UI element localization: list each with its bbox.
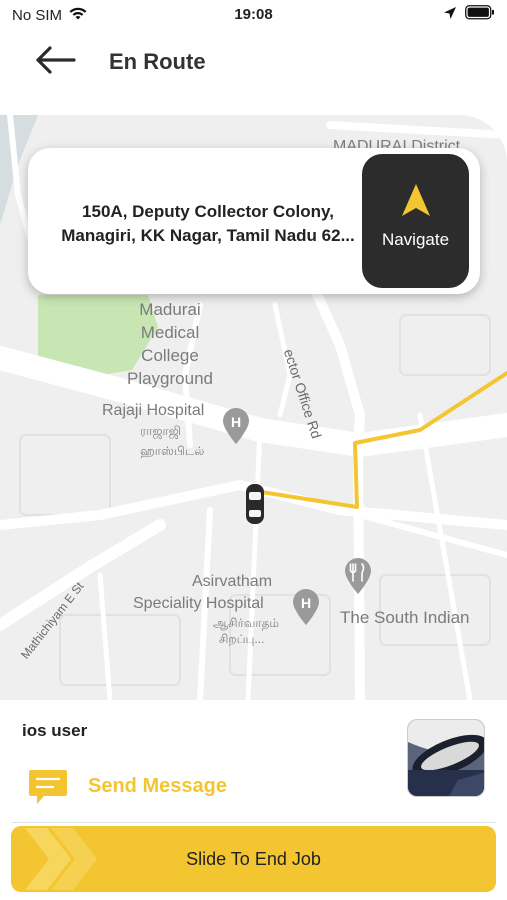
svg-text:H: H <box>231 414 241 430</box>
address-line: Managiri, KK Nagar, Tamil Nadu 62... <box>61 226 355 245</box>
job-panel: ios user Send Message Slide To End Job <box>0 700 507 900</box>
map-label-asirvatham-name: Asirvatham <box>192 573 273 590</box>
map-label-rajaji: Rajaji Hospital ராஜாஜி ஹாஸ்பிடல் <box>102 401 204 461</box>
map-label-asirvatham: Asirvatham Speciality Hospital ஆசிர்வாதம… <box>133 571 279 647</box>
map-label-asirvatham-tamil: ஆசிர்வாதம் <box>213 616 280 630</box>
map-label-asirvatham-name: Speciality Hospital <box>133 595 264 612</box>
slide-to-end-job[interactable]: Slide To End Job <box>11 826 496 892</box>
map-label-playground-line: College <box>141 346 199 365</box>
message-bubble-icon <box>28 766 68 806</box>
send-message-label: Send Message <box>88 774 227 797</box>
divider <box>12 822 496 823</box>
navigation-arrow-icon <box>400 182 432 223</box>
slide-label: Slide To End Job <box>186 849 321 869</box>
map-label-rajaji-tamil: ராஜாஜி <box>140 424 181 438</box>
map-label-rajaji-tamil: ஹாஸ்பிடல் <box>140 444 205 458</box>
navigate-label: Navigate <box>381 230 450 249</box>
map-label-playground-line: Playground <box>126 369 213 388</box>
svg-text:H: H <box>301 595 311 611</box>
map-label-south-indian: The South Indian <box>340 608 470 627</box>
map-label-asirvatham-tamil: சிறப்பு... <box>219 632 265 646</box>
map-label-playground-line: Madurai <box>139 300 201 319</box>
map-label-playground: Madurai Medical College Playground <box>118 298 222 390</box>
destination-address: 150A, Deputy Collector Colony, Managiri,… <box>36 200 380 248</box>
send-message-button[interactable]: Send Message <box>28 766 227 806</box>
address-line: 150A, Deputy Collector Colony, <box>82 202 334 221</box>
location-arrow-icon <box>443 6 457 25</box>
status-right <box>443 5 495 25</box>
customer-name: ios user <box>22 721 88 740</box>
address-card: 150A, Deputy Collector Colony, Managiri,… <box>28 148 480 294</box>
status-time: 19:08 <box>234 6 273 23</box>
map-label-playground-line: Medical <box>140 323 200 342</box>
page-title: En Route <box>109 49 206 74</box>
customer-avatar[interactable] <box>407 719 485 797</box>
app-header: En Route <box>0 30 507 100</box>
navigate-button[interactable]: Navigate <box>362 154 469 288</box>
back-button[interactable] <box>30 42 80 82</box>
restaurant-pin-icon[interactable] <box>343 557 373 595</box>
back-arrow-icon <box>34 45 76 80</box>
hospital-pin-icon[interactable]: H <box>221 407 251 445</box>
map-label-rajaji-name: Rajaji Hospital <box>102 402 205 419</box>
hospital-pin-icon[interactable]: H <box>291 588 321 626</box>
battery-icon <box>465 5 495 25</box>
car-marker-icon <box>245 482 265 526</box>
status-bar: No SIM 19:08 <box>0 0 507 30</box>
